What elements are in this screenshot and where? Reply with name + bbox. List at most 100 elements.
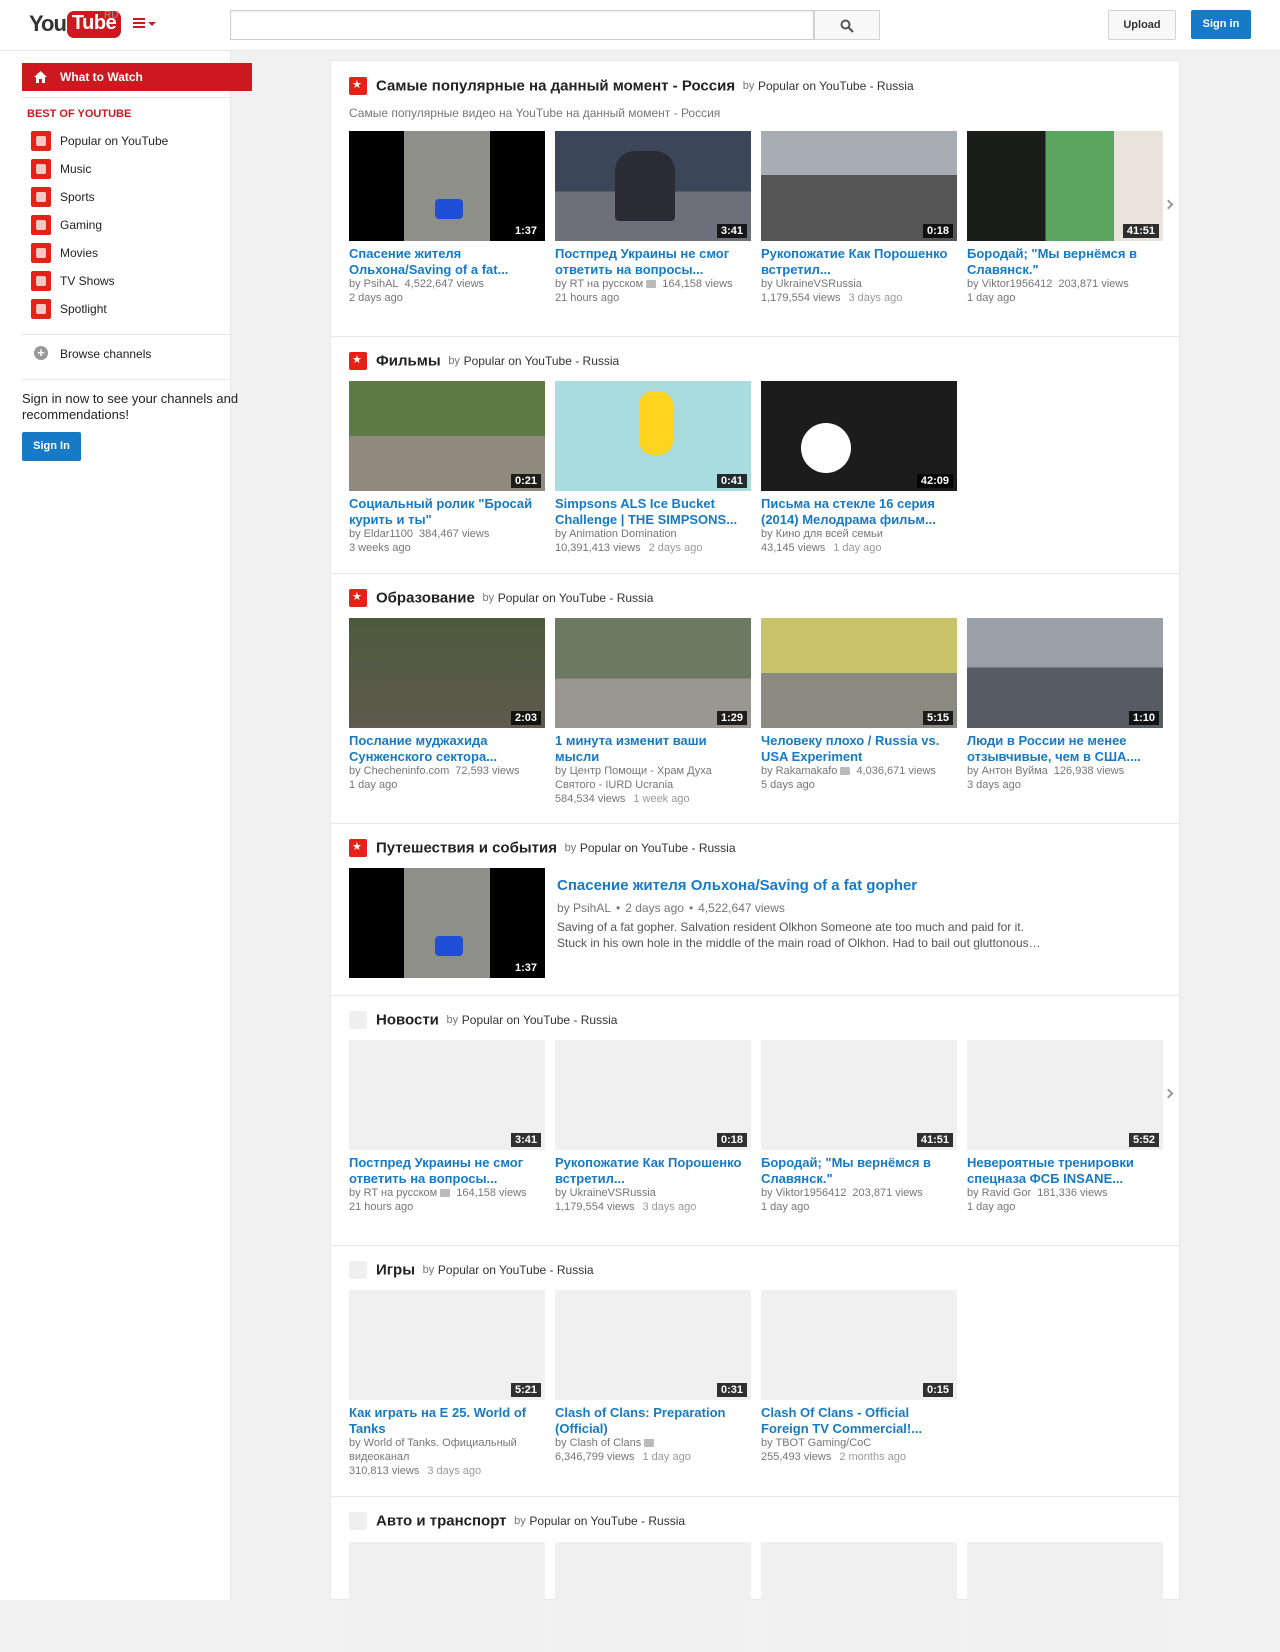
video-owner[interactable]: by RT на русском <box>555 278 643 290</box>
video-owner[interactable]: by RT на русском <box>349 1187 437 1199</box>
video-thumbnail[interactable]: 5:52 <box>967 1040 1163 1150</box>
channel-link[interactable]: Popular on YouTube - Russia <box>498 591 654 605</box>
video-age: 1 day ago <box>967 292 1016 304</box>
guide-item-spotlight[interactable]: Spotlight <box>22 295 230 323</box>
guide-menu-button[interactable] <box>133 15 159 33</box>
video-owner[interactable]: by Кино для всей семьи <box>761 527 957 541</box>
video-title[interactable]: Рукопожатие Как Порошенко встретил... <box>761 246 957 278</box>
channel-link[interactable]: Popular on YouTube - Russia <box>438 1263 594 1277</box>
video-owner[interactable]: by World of Tanks. Официальный видеокана… <box>349 1436 545 1464</box>
video-thumbnail[interactable]: 1:37 <box>349 868 545 978</box>
video-owner[interactable]: by Viktor1956412 <box>967 278 1052 290</box>
video-owner[interactable]: by Animation Domination <box>555 527 751 541</box>
video-owner[interactable]: by Ravid Gor <box>967 1187 1031 1199</box>
video-thumbnail[interactable]: 0:18 <box>761 131 957 241</box>
sign-in-button[interactable]: Sign in <box>1191 10 1251 39</box>
video-meta: by RT на русском 164,158 views <box>349 1186 545 1200</box>
search-input[interactable] <box>230 10 814 40</box>
channel-link[interactable]: Popular on YouTube - Russia <box>462 1013 618 1027</box>
upload-button[interactable]: Upload <box>1108 10 1176 40</box>
video-owner[interactable]: by Rakamakafo <box>761 765 837 777</box>
shelf-title[interactable]: Новости <box>376 1012 439 1029</box>
video-title[interactable]: Simpsons ALS Ice Bucket Challenge | THE … <box>555 496 751 528</box>
video-owner[interactable]: by Clash of Clans <box>555 1437 641 1449</box>
guide-item-music[interactable]: Music <box>22 155 230 183</box>
video-title[interactable]: Послание муджахида Сунженского сектора..… <box>349 733 545 765</box>
guide-item-sports[interactable]: Sports <box>22 183 230 211</box>
video-title[interactable]: Письма на стекле 16 серия (2014) Мелодра… <box>761 496 957 528</box>
video-thumbnail[interactable]: 2:03 <box>349 618 545 728</box>
video-owner[interactable]: by Checheninfo.com <box>349 765 449 777</box>
guide-item-popular[interactable]: Popular on YouTube <box>22 127 230 155</box>
youtube-logo[interactable]: You Tube <box>29 9 122 39</box>
video-thumbnail[interactable]: 1:29 <box>555 618 751 728</box>
video-title[interactable]: Люди в России не менее отзывчивые, чем в… <box>967 733 1163 765</box>
video-owner[interactable]: by UkraineVSRussia <box>761 277 957 291</box>
shelf-title[interactable]: Фильмы <box>376 353 441 370</box>
video-thumbnail[interactable] <box>349 1542 545 1652</box>
shelf-title[interactable]: Игры <box>376 1262 415 1279</box>
video-title[interactable]: Спасение жителя Ольхона/Saving of a fat … <box>557 877 917 894</box>
video-title[interactable]: Постпред Украины не смог ответить на воп… <box>555 246 751 278</box>
video-title[interactable]: Постпред Украины не смог ответить на воп… <box>349 1155 545 1187</box>
video-title[interactable]: Невероятные тренировки спецназа ФСБ INSA… <box>967 1155 1163 1187</box>
video-title[interactable]: Человеку плохо / Russia vs. USA Experime… <box>761 733 957 765</box>
search-button[interactable] <box>814 10 880 40</box>
video-title[interactable]: Бородай; "Мы вернёмся в Славянск." <box>761 1155 957 1187</box>
shelf-title[interactable]: Самые популярные на данный момент - Росс… <box>376 78 735 95</box>
guide-item-label: Music <box>60 162 92 176</box>
video-thumbnail[interactable]: 41:51 <box>761 1040 957 1150</box>
video-owner[interactable]: by PsihAL <box>349 278 399 290</box>
shelf-next-arrow[interactable] <box>1163 1087 1173 1101</box>
video-title[interactable]: Спасение жителя Ольхона/Saving of a fat.… <box>349 246 545 278</box>
video-thumbnail[interactable]: 41:51 <box>967 131 1163 241</box>
video-thumbnail[interactable]: 42:09 <box>761 381 957 491</box>
thumbnail-image <box>801 423 851 473</box>
video-title[interactable]: Как играть на Е 25. World of Tanks <box>349 1405 545 1437</box>
channel-link[interactable]: Popular on YouTube - Russia <box>464 354 620 368</box>
browse-channels-label: Browse channels <box>60 347 152 361</box>
video-title[interactable]: Бородай; "Мы вернёмся в Славянск." <box>967 246 1163 278</box>
video-thumbnail[interactable]: 3:41 <box>349 1040 545 1150</box>
video-thumbnail[interactable]: 1:10 <box>967 618 1163 728</box>
shelf-next-arrow[interactable] <box>1163 198 1173 212</box>
video-thumbnail[interactable]: 1:37 <box>349 131 545 241</box>
video-thumbnail[interactable] <box>967 1542 1163 1652</box>
video-thumbnail[interactable]: 0:21 <box>349 381 545 491</box>
video-owner[interactable]: by TBOT Gaming/CoC <box>761 1436 957 1450</box>
video-thumbnail[interactable]: 0:15 <box>761 1290 957 1400</box>
video-thumbnail[interactable]: 5:21 <box>349 1290 545 1400</box>
video-thumbnail[interactable] <box>761 1542 957 1652</box>
video-title[interactable]: 1 минута изменит ваши мысли <box>555 733 751 765</box>
video-owner[interactable]: by Центр Помощи - Храм Духа Святого - IU… <box>555 764 751 792</box>
video-thumbnail[interactable]: 0:31 <box>555 1290 751 1400</box>
video-owner[interactable]: by Eldar1100 <box>349 528 413 540</box>
video-title[interactable]: Clash Of Clans - Official Foreign TV Com… <box>761 1405 957 1437</box>
video-thumbnail[interactable]: 5:15 <box>761 618 957 728</box>
video-thumbnail[interactable]: 0:18 <box>555 1040 751 1150</box>
guide-item-tv-shows[interactable]: TV Shows <box>22 267 230 295</box>
video-owner[interactable]: by Viktor1956412 <box>761 1187 846 1199</box>
video-thumbnail[interactable]: 0:41 <box>555 381 751 491</box>
video-owner[interactable]: by UkraineVSRussia <box>555 1186 751 1200</box>
video-owner[interactable]: by PsihAL <box>557 901 611 915</box>
video-owner[interactable]: by Антон Вуйма <box>967 765 1048 777</box>
channel-link[interactable]: Popular on YouTube - Russia <box>580 841 736 855</box>
video-thumbnail[interactable]: 3:41 <box>555 131 751 241</box>
what-to-watch-item[interactable]: What to Watch <box>22 63 252 91</box>
video-title[interactable]: Clash of Clans: Preparation (Official) <box>555 1405 751 1437</box>
video-thumbnail[interactable] <box>555 1542 751 1652</box>
gamepad-icon <box>31 215 51 235</box>
guide-sign-in-button[interactable]: Sign In <box>22 432 81 461</box>
shelf-title[interactable]: Образование <box>376 590 475 607</box>
browse-channels-item[interactable]: + Browse channels <box>22 340 230 368</box>
verified-icon <box>644 1439 655 1448</box>
video-title[interactable]: Рукопожатие Как Порошенко встретил... <box>555 1155 751 1187</box>
video-title[interactable]: Социальный ролик "Бросай курить и ты" <box>349 496 545 528</box>
shelf-title[interactable]: Авто и транспорт <box>376 1513 507 1530</box>
channel-link[interactable]: Popular on YouTube - Russia <box>529 1514 685 1528</box>
guide-item-movies[interactable]: Movies <box>22 239 230 267</box>
guide-item-gaming[interactable]: Gaming <box>22 211 230 239</box>
channel-link[interactable]: Popular on YouTube - Russia <box>758 79 914 93</box>
shelf-title[interactable]: Путешествия и события <box>376 840 557 857</box>
